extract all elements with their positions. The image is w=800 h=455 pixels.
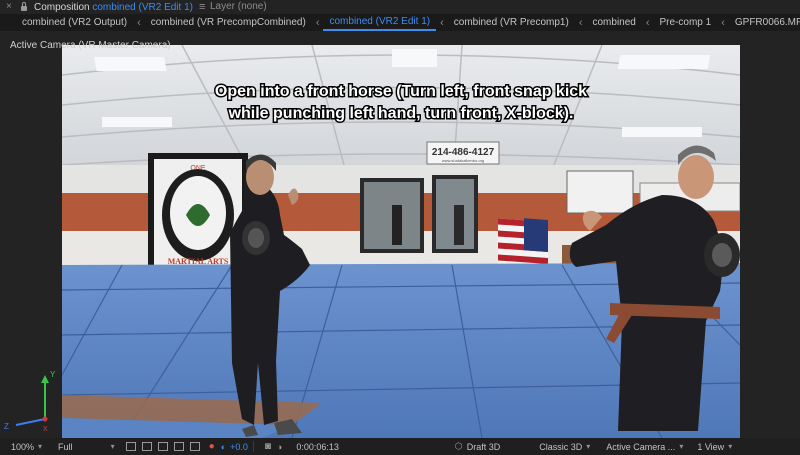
tab-vr2-output[interactable]: combined (VR2 Output)	[16, 14, 133, 31]
x-axis-label: X	[43, 426, 48, 431]
website-sign-text: www.shafakaikenbo.org	[442, 158, 484, 163]
toolbar-divider	[252, 441, 254, 452]
panel-title: Composition combined (VR2 Edit 1)	[34, 2, 193, 13]
magnification-value: 100%	[11, 441, 35, 452]
renderer-value: Classic 3D	[539, 441, 583, 452]
exposure-value[interactable]: +0.0	[230, 442, 248, 452]
x-axis-origin	[42, 416, 48, 422]
chevron-down-icon: ▾	[679, 442, 684, 451]
renderer-dropdown[interactable]: Classic 3D ▾	[536, 442, 593, 452]
region-of-interest-icon[interactable]	[173, 442, 184, 451]
video-frame[interactable]: ONE MARTIAL ARTS 214-486-4127 www.shafak…	[62, 45, 740, 438]
chevron-left-icon: ‹	[315, 16, 320, 29]
3d-view-dropdown[interactable]: Active Camera ... ▾	[603, 442, 686, 452]
draft-3d-label: Draft 3D	[466, 441, 501, 452]
phone-sign-text: 214-486-4127	[432, 147, 495, 158]
viewer-toolbar: 100% ▾ Full ▾ ● ◐ +0.0 ◙ ◑ 0:00:06:13 ⬡ Dr…	[0, 438, 800, 455]
draft-3d-icon: ⬡	[454, 441, 463, 451]
chevron-down-icon: ▾	[586, 442, 591, 451]
whiteboard	[566, 170, 634, 214]
tab-gpfr0066-comp[interactable]: GPFR0066.MP4 Comp 1	[729, 14, 800, 31]
caption-line-1: Open into a front horse (Turn left, fron…	[215, 83, 587, 100]
transparency-grid-icon[interactable]	[141, 442, 152, 451]
magnification-dropdown[interactable]: 100% ▾	[8, 442, 45, 452]
mask-visibility-icon[interactable]	[157, 442, 168, 451]
view-layout-value: 1 View	[697, 441, 725, 452]
tab-vr2-edit-1[interactable]: combined (VR2 Edit 1)	[323, 14, 437, 31]
tab-vr-precomp1[interactable]: combined (VR Precomp1)	[448, 14, 575, 31]
chevron-down-icon: ▾	[728, 442, 733, 451]
video-frame-scene: ONE MARTIAL ARTS 214-486-4127 www.shafak…	[62, 45, 740, 438]
close-panel-icon[interactable]: ×	[6, 0, 16, 14]
panel-menu-icon[interactable]: ≡	[199, 1, 205, 13]
chevron-left-icon: ‹	[578, 16, 583, 29]
chevron-down-icon: ▾	[38, 442, 43, 451]
z-axis-label: Z	[4, 422, 9, 431]
composition-viewer[interactable]: Active Camera (VR Master Camera) ONE MAR…	[0, 31, 800, 438]
active-camera-label: Active Camera (VR Master Camera)	[10, 40, 171, 51]
chevron-left-icon: ‹	[645, 16, 650, 29]
chevron-down-icon: ▾	[110, 442, 115, 451]
tab-vr-precomp-combined[interactable]: combined (VR PrecompCombined)	[145, 14, 312, 31]
draft-3d-button[interactable]: ⬡ Draft 3D	[455, 441, 500, 452]
tab-combined[interactable]: combined	[586, 14, 641, 31]
logo-top-text: ONE	[190, 165, 206, 172]
3d-axis-gizmo: Y Z X	[4, 370, 56, 431]
y-axis-label: Y	[50, 370, 56, 379]
tab-pre-comp-1[interactable]: Pre-comp 1	[654, 14, 718, 31]
timecode[interactable]: 0:00:06:13	[296, 442, 339, 452]
chevron-left-icon: ‹	[721, 16, 725, 29]
panel-title-prefix: Composition	[34, 1, 90, 13]
exposure-icon[interactable]: ◐	[221, 442, 226, 452]
chevron-left-icon: ‹	[440, 16, 444, 29]
color-channels-icon[interactable]: ●	[209, 441, 215, 452]
snapshot-icon[interactable]: ◙	[265, 441, 271, 452]
view-layout-dropdown[interactable]: 1 View ▾	[694, 442, 735, 452]
show-snapshot-icon[interactable]: ◑	[277, 442, 282, 452]
3d-view-value: Active Camera ...	[606, 441, 676, 452]
resolution-dropdown[interactable]: Full ▾	[55, 442, 118, 452]
z-axis-line	[15, 418, 46, 426]
caption-line-2: while punching left hand, turn front, X-…	[228, 105, 574, 122]
grid-guides-icon[interactable]	[189, 442, 200, 451]
panel-header: × Composition combined (VR2 Edit 1) ≡ La…	[0, 0, 800, 14]
lock-icon[interactable]	[18, 0, 30, 14]
layer-panel-tab[interactable]: Layer (none)	[210, 0, 267, 14]
y-axis-arrow	[41, 375, 49, 383]
panel-title-comp[interactable]: combined (VR2 Edit 1)	[92, 2, 193, 13]
composition-navigator: combined (VR2 Output) ‹ combined (VR Pre…	[0, 14, 800, 31]
fast-previews-icon[interactable]	[125, 442, 136, 451]
resolution-value: Full	[58, 441, 73, 452]
chevron-left-icon: ‹	[137, 16, 141, 29]
